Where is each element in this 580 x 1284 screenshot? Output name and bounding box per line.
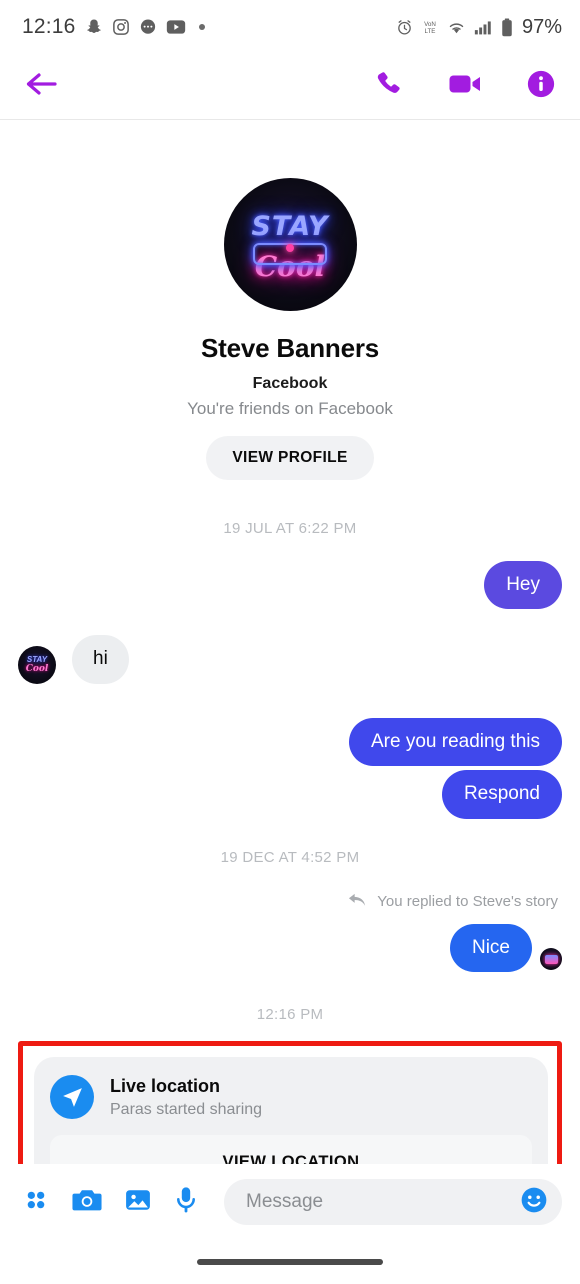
smiley-face-icon <box>520 1186 548 1219</box>
reply-context-row: You replied to Steve's story <box>0 892 580 912</box>
timestamp-divider-1: 19 JUL AT 6:22 PM <box>223 520 357 537</box>
message-bubble-outgoing[interactable]: Are you reading this <box>349 717 562 767</box>
messenger-chat-screen: 12:16 VoN LTE 97% STAY Cool Steve Banner… <box>0 0 580 1284</box>
message-bubble-incoming[interactable]: hi <box>72 635 129 684</box>
video-call-button[interactable] <box>448 71 482 102</box>
alarm-clock-icon <box>396 19 413 36</box>
chat-header <box>0 54 580 120</box>
gallery-button[interactable] <box>124 1186 152 1219</box>
voice-button[interactable] <box>174 1186 198 1219</box>
profile-relationship: You're friends on Facebook <box>187 399 393 418</box>
home-gesture-pill[interactable] <box>197 1259 383 1265</box>
audio-call-button[interactable] <box>374 69 404 104</box>
svg-text:VoN: VoN <box>424 21 436 28</box>
message-row: STAY Cool hi <box>0 635 580 684</box>
battery-icon <box>501 17 513 37</box>
avatar-mini-bottom: Cool <box>25 663 49 674</box>
story-thumb-inner <box>544 954 558 964</box>
profile-platform: Facebook <box>252 375 328 392</box>
status-bar-right: VoN LTE 97% <box>396 16 562 39</box>
message-row: Respond <box>0 770 580 819</box>
status-bar-left: 12:16 <box>22 15 205 39</box>
thread-profile-header: STAY Cool Steve Banners Facebook You're … <box>0 178 580 480</box>
status-bar: 12:16 VoN LTE 97% <box>0 0 580 54</box>
sunglasses-icon <box>253 242 327 265</box>
volte-icon: VoN LTE <box>421 19 439 36</box>
back-button[interactable] <box>24 69 60 104</box>
camera-button[interactable] <box>72 1186 102 1219</box>
wifi-icon <box>447 19 466 36</box>
snapchat-icon <box>85 18 103 36</box>
message-input[interactable] <box>246 1191 520 1213</box>
timestamp-divider-3: 12:16 PM <box>256 1006 324 1024</box>
video-camera-icon <box>448 71 482 102</box>
info-circle-icon <box>526 69 556 104</box>
message-row: Are you reading this <box>0 717 580 767</box>
highlight-box: Live location Paras started sharing VIEW… <box>18 1041 562 1164</box>
instagram-icon <box>112 18 130 36</box>
view-location-button[interactable]: VIEW LOCATION <box>50 1135 532 1164</box>
message-bubble-outgoing[interactable]: Respond <box>441 770 562 819</box>
messenger-chat-icon <box>139 18 157 36</box>
header-actions <box>374 69 556 104</box>
reply-context-text: You replied to Steve's story <box>377 893 558 911</box>
conversation-scroll-area[interactable]: STAY Cool Steve Banners Facebook You're … <box>0 120 580 1164</box>
image-icon <box>124 1186 152 1219</box>
message-row: Nice <box>0 923 580 973</box>
avatar-text-top: STAY <box>251 210 329 242</box>
four-dots-icon <box>22 1186 50 1219</box>
back-arrow-icon <box>24 69 60 104</box>
status-time: 12:16 <box>22 15 76 38</box>
conversation-info-button[interactable] <box>526 69 556 104</box>
view-profile-button[interactable]: VIEW PROFILE <box>206 436 374 480</box>
stay-cool-neon-icon: STAY Cool <box>251 213 328 281</box>
battery-percent: 97% <box>521 15 562 38</box>
system-navigation-bar <box>0 1240 580 1284</box>
live-location-text: Live location Paras started sharing <box>110 1075 262 1119</box>
phone-icon <box>374 69 404 104</box>
location-arrow-icon <box>50 1075 94 1120</box>
avatar[interactable]: STAY Cool <box>223 178 357 311</box>
live-location-title: Live location <box>110 1076 221 1097</box>
emoji-button[interactable] <box>520 1186 548 1219</box>
message-bubble-outgoing[interactable]: Hey <box>484 561 562 610</box>
apps-grid-button[interactable] <box>22 1186 50 1219</box>
live-location-subtitle: Paras started sharing <box>110 1100 263 1118</box>
message-row: Hey <box>0 561 580 610</box>
message-input-field[interactable] <box>224 1179 562 1225</box>
youtube-icon <box>166 19 186 35</box>
message-bubble-outgoing[interactable]: Nice <box>449 923 532 973</box>
message-composer <box>0 1164 580 1240</box>
timestamp-divider-2: 19 DEC AT 4:52 PM <box>220 848 360 866</box>
story-thumbnail[interactable] <box>540 948 562 971</box>
overflow-dot-icon <box>198 24 205 30</box>
sender-avatar[interactable]: STAY Cool <box>18 645 56 684</box>
svg-text:LTE: LTE <box>424 28 435 35</box>
signal-bars-icon <box>474 19 493 36</box>
microphone-icon <box>174 1186 198 1219</box>
camera-icon <box>72 1186 102 1219</box>
live-location-header: Live location Paras started sharing <box>50 1075 532 1120</box>
reply-arrow-icon <box>348 892 367 912</box>
avatar-mini-top: STAY <box>26 654 48 664</box>
page-title: Steve Banners <box>200 333 380 363</box>
live-location-card[interactable]: Live location Paras started sharing VIEW… <box>34 1057 548 1164</box>
